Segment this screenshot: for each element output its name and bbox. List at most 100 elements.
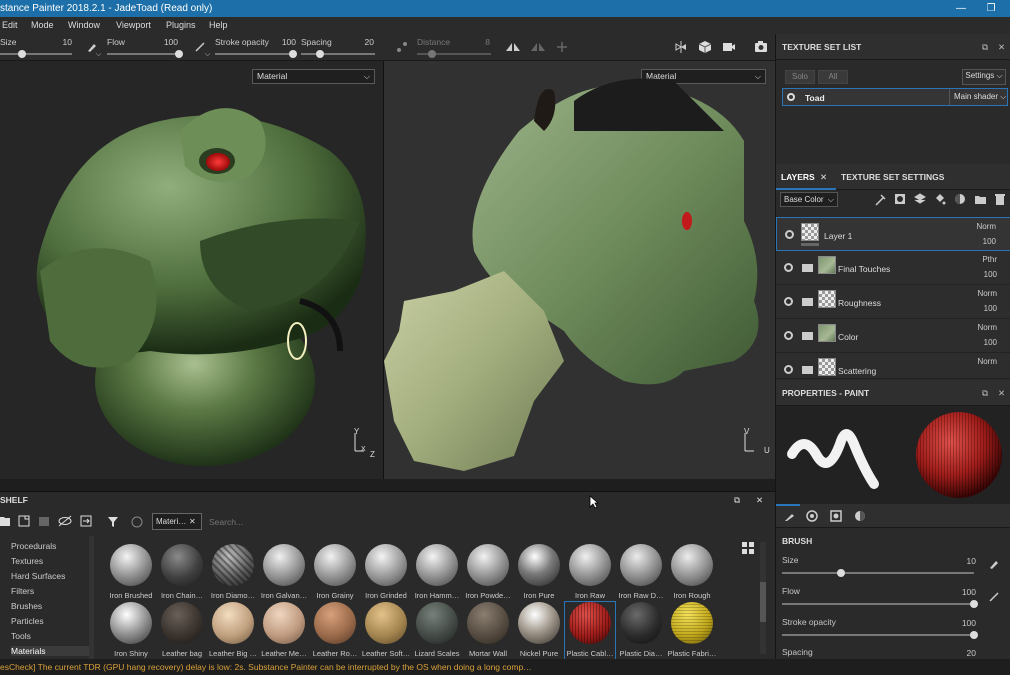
- video-camera-icon[interactable]: [722, 41, 736, 53]
- distance-value[interactable]: 8: [470, 37, 490, 47]
- flow-slider[interactable]: [107, 53, 181, 55]
- layer-blend-mode[interactable]: Norm: [976, 222, 996, 231]
- material-iron-galvanized[interactable]: Iron Galvan…: [259, 544, 309, 604]
- shelf-category-filters[interactable]: Filters: [11, 586, 34, 596]
- brush-spacing-value[interactable]: 20: [956, 648, 976, 658]
- float-panel-icon[interactable]: ⧉: [982, 380, 988, 406]
- symmetry-y-icon[interactable]: [530, 41, 546, 53]
- layer-opacity[interactable]: 100: [984, 304, 997, 313]
- folder-icon[interactable]: [802, 298, 813, 306]
- all-button[interactable]: All: [818, 70, 848, 84]
- materials-scrollbar[interactable]: [760, 542, 766, 654]
- layer-row-final-touches[interactable]: Final Touches Pthr 100: [776, 251, 1010, 285]
- visibility-icon[interactable]: [784, 365, 793, 374]
- shelf-category-hard-surfaces[interactable]: Hard Surfaces: [11, 571, 65, 581]
- menu-viewport[interactable]: Viewport: [116, 17, 151, 34]
- brush-size-value[interactable]: 10: [956, 556, 976, 566]
- scrollbar-thumb[interactable]: [760, 582, 766, 622]
- restore-button[interactable]: ❐: [976, 0, 1006, 17]
- material-leather-bag[interactable]: Leather bag: [157, 602, 207, 662]
- add-effect-icon[interactable]: [874, 194, 886, 206]
- material-iron-grinded[interactable]: Iron Grinded: [361, 544, 411, 604]
- close-layers-tab-icon[interactable]: ✕: [820, 164, 827, 190]
- visibility-icon[interactable]: [784, 331, 793, 340]
- tab-texture-set-settings[interactable]: TEXTURE SET SETTINGS: [841, 164, 944, 190]
- hide-icon[interactable]: [58, 515, 72, 527]
- size-slider[interactable]: [0, 53, 72, 55]
- material-iron-grainy[interactable]: Iron Grainy: [310, 544, 360, 604]
- material-leather-big-grain[interactable]: Leather Big …: [208, 602, 258, 662]
- shelf-category-particles[interactable]: Particles: [11, 616, 44, 626]
- visibility-icon[interactable]: [785, 230, 794, 239]
- visibility-icon[interactable]: [787, 93, 795, 101]
- cube-view-icon[interactable]: [698, 40, 712, 54]
- brush-size-slider-knob[interactable]: [837, 569, 845, 577]
- visibility-icon[interactable]: [784, 297, 793, 306]
- folder-icon[interactable]: [0, 515, 10, 527]
- flow-slider-knob[interactable]: [175, 50, 183, 58]
- add-smart-material-icon[interactable]: [954, 193, 966, 205]
- layer-blend-mode[interactable]: Norm: [977, 289, 997, 298]
- texture-set-settings-dropdown[interactable]: Settings ⌵: [962, 69, 1006, 85]
- close-icon[interactable]: ✕: [998, 34, 1005, 60]
- tab-layers[interactable]: LAYERS: [781, 164, 815, 190]
- viewport-2d-uv[interactable]: Material ⌵ V U: [384, 61, 775, 479]
- material-iron-hammered[interactable]: Iron Hamm…: [412, 544, 462, 604]
- layer-opacity[interactable]: 100: [984, 338, 997, 347]
- camera-split-icon[interactable]: [674, 40, 688, 54]
- layer-row-layer-1[interactable]: Layer 1 Norm 100: [776, 217, 1010, 251]
- shelf-category-materials[interactable]: Materials: [11, 646, 89, 656]
- texture-set-row[interactable]: Toad Main shader ⌵: [782, 88, 1008, 106]
- close-icon[interactable]: ✕: [756, 492, 763, 508]
- archive-icon[interactable]: [38, 515, 50, 527]
- solo-button[interactable]: Solo: [785, 70, 815, 84]
- material-mortar-wall[interactable]: Mortar Wall: [463, 602, 513, 662]
- layer-row-color[interactable]: Color Norm 100: [776, 319, 1010, 353]
- shelf-search-input[interactable]: [205, 513, 765, 530]
- material-plastic-diamond[interactable]: Plastic Dia…: [616, 602, 666, 662]
- viewport-3d[interactable]: Material ⌵ Y X Z: [0, 61, 383, 479]
- size-slider-knob[interactable]: [18, 50, 26, 58]
- close-icon[interactable]: ✕: [189, 514, 196, 529]
- flow-pressure-icon[interactable]: [988, 591, 1000, 603]
- material-tab-icon[interactable]: [854, 510, 866, 522]
- categories-scrollbar[interactable]: [89, 536, 94, 660]
- filter-icon[interactable]: [107, 516, 119, 528]
- material-iron-pure[interactable]: Iron Pure: [514, 544, 564, 604]
- spacing-slider-knob[interactable]: [316, 50, 324, 58]
- layer-blend-mode[interactable]: Norm: [977, 357, 997, 366]
- lazy-mouse-icon[interactable]: [396, 41, 408, 53]
- distance-slider-knob[interactable]: [428, 50, 436, 58]
- circle-filter-icon[interactable]: [131, 516, 143, 528]
- layer-opacity[interactable]: 100: [984, 270, 997, 279]
- add-fill-layer-icon[interactable]: [914, 193, 926, 205]
- stroke-opacity-slider[interactable]: [215, 53, 295, 55]
- brush-flow-value[interactable]: 100: [954, 587, 976, 597]
- stencil-tab-icon[interactable]: [830, 510, 842, 522]
- layer-row-scattering[interactable]: Scattering Norm: [776, 353, 1010, 379]
- brush-flow-slider[interactable]: [782, 603, 974, 605]
- symmetry-z-icon[interactable]: [555, 41, 569, 53]
- material-plastic-fabric[interactable]: Plastic Fabri…: [667, 602, 717, 662]
- spacing-slider[interactable]: [301, 53, 375, 55]
- spacing-value[interactable]: 20: [354, 37, 374, 47]
- folder-icon[interactable]: [802, 332, 813, 340]
- add-folder-icon[interactable]: [974, 193, 987, 205]
- shelf-category-brushes[interactable]: Brushes: [11, 601, 42, 611]
- symmetry-icon[interactable]: [505, 41, 521, 53]
- material-iron-chain[interactable]: Iron Chain…: [157, 544, 207, 604]
- folder-icon[interactable]: [802, 366, 813, 374]
- shelf-category-tools[interactable]: Tools: [11, 631, 31, 641]
- screenshot-icon[interactable]: [754, 40, 768, 53]
- material-iron-powder[interactable]: Iron Powde…: [463, 544, 513, 604]
- material-plastic-cable[interactable]: Plastic Cabl…: [564, 601, 616, 663]
- material-iron-rough[interactable]: Iron Rough: [667, 544, 717, 604]
- size-value[interactable]: 10: [52, 37, 72, 47]
- float-panel-icon[interactable]: ⧉: [734, 492, 740, 508]
- add-mask-icon[interactable]: [894, 193, 906, 205]
- layer-row-roughness[interactable]: Roughness Norm 100: [776, 285, 1010, 319]
- stroke-chevron-icon[interactable]: ⌵: [205, 51, 210, 59]
- material-iron-brushed[interactable]: Iron Brushed: [106, 544, 156, 604]
- close-icon[interactable]: ✕: [998, 380, 1005, 406]
- brush-size-slider[interactable]: [782, 572, 974, 574]
